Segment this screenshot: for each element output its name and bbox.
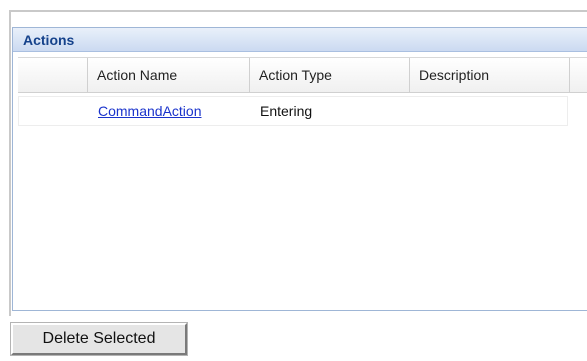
actions-table-header: Action Name Action Type Description: [18, 57, 587, 93]
column-header-description[interactable]: Description: [410, 58, 570, 92]
description-cell: [411, 97, 567, 125]
column-header-select[interactable]: [18, 58, 88, 92]
column-header-action-name[interactable]: Action Name: [88, 58, 250, 92]
delete-selected-button[interactable]: Delete Selected: [10, 322, 188, 356]
actions-panel-header: Actions: [13, 28, 587, 52]
action-name-cell: CommandAction: [89, 97, 251, 125]
actions-panel-title: Actions: [23, 32, 75, 48]
table-row[interactable]: CommandAction Entering: [18, 96, 568, 126]
action-type-cell: Entering: [260, 103, 313, 119]
column-header-action-type[interactable]: Action Type: [250, 58, 410, 92]
action-name-link[interactable]: CommandAction: [98, 103, 202, 119]
actions-panel: Actions Action Name Action Type Descript…: [12, 27, 587, 311]
row-select-cell[interactable]: [19, 97, 89, 125]
